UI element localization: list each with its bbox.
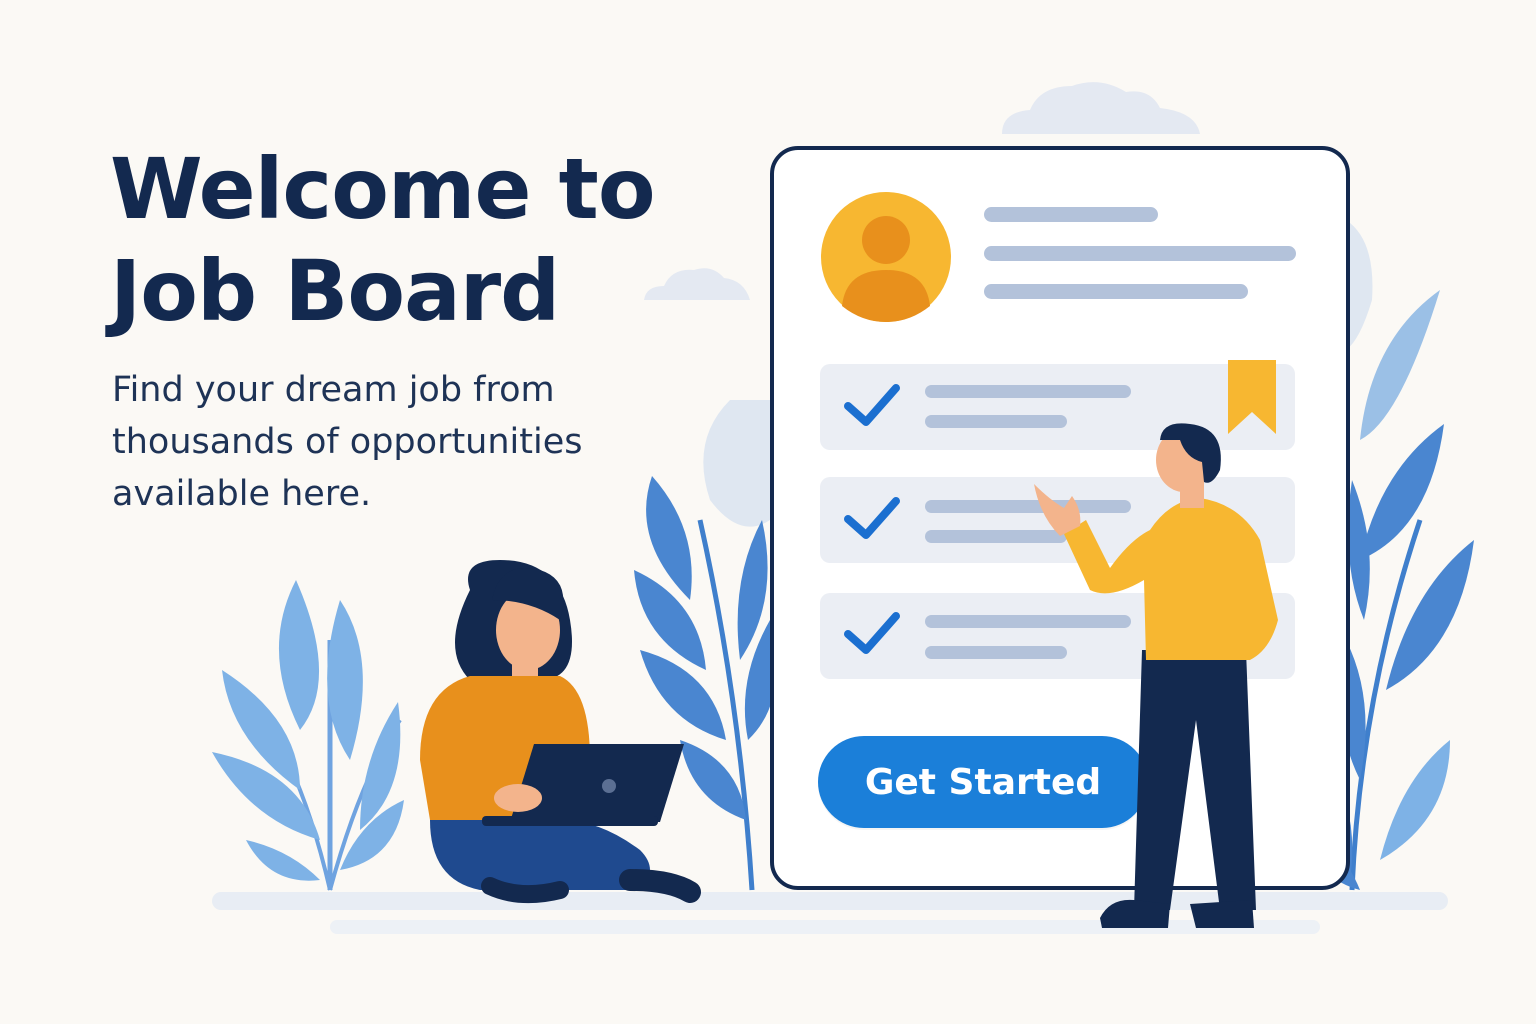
ground bbox=[212, 892, 1448, 910]
list-item bbox=[820, 593, 1295, 679]
page-subtitle: Find your dream job from thousands of op… bbox=[112, 364, 672, 520]
ground-shadow bbox=[330, 920, 1320, 934]
background-leaf bbox=[703, 400, 770, 527]
profile-line bbox=[984, 246, 1296, 261]
list-item bbox=[820, 364, 1295, 450]
leaf-icon bbox=[634, 476, 777, 891]
list-item bbox=[820, 477, 1295, 563]
get-started-button[interactable]: Get Started bbox=[818, 736, 1148, 828]
page-title: Welcome to Job Board bbox=[110, 138, 656, 342]
profile-line bbox=[984, 207, 1158, 222]
leaf-icon bbox=[212, 580, 404, 891]
user-avatar-icon bbox=[821, 192, 951, 322]
profile-line bbox=[984, 284, 1248, 299]
page-subtitle-line: available here. bbox=[112, 474, 372, 514]
page-title-line: Job Board bbox=[110, 242, 560, 340]
page-subtitle-line: thousands of opportunities bbox=[112, 422, 583, 462]
cloud-icon bbox=[644, 268, 750, 300]
page-title-line: Welcome to bbox=[110, 140, 656, 238]
page-subtitle-line: Find your dream job from bbox=[112, 370, 555, 410]
cloud-icon bbox=[1002, 82, 1200, 134]
